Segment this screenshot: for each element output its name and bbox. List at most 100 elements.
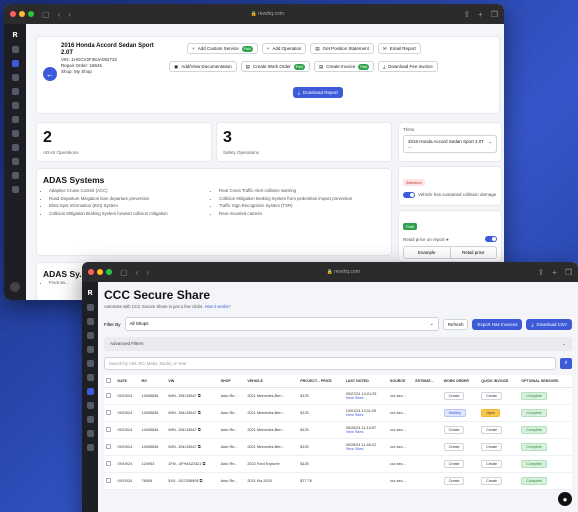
tabs-icon[interactable]: ❐ [565,268,572,277]
sidebar-toggle-icon[interactable]: ▢ [42,10,50,19]
download-csv-button[interactable]: ⤓ Download CSV [526,318,572,330]
export-invoices-button[interactable]: Export Has Invoices [472,318,523,330]
share-icon[interactable]: ⇪ [463,10,470,19]
user-icon[interactable] [11,158,19,165]
work-order-button[interactable]: Create [443,392,465,400]
folder-icon[interactable] [11,144,19,151]
search-icon[interactable] [11,74,19,81]
home-icon[interactable] [11,60,19,67]
address-bar[interactable]: 🔒 revvhq.com [149,269,538,275]
refresh-button[interactable]: Refresh [442,318,469,330]
row-checkbox[interactable] [106,410,111,415]
sidebar-toggle-icon[interactable]: ▢ [120,268,128,277]
work-order-button[interactable]: Waiting [443,409,466,417]
trims-select[interactable]: 2016 Honda Accord Sedan Sport 2.0T ... ⌄ [403,135,497,153]
column-header[interactable]: LAST NOTED [343,375,389,388]
tools-icon[interactable] [11,116,19,123]
row-checkbox[interactable] [106,393,111,398]
add-custom-service-button[interactable]: + Add Custom Service Paid [187,43,258,54]
chat-icon[interactable]: ● [558,492,572,506]
settings-icon[interactable] [11,130,19,137]
how-it-works-link[interactable]: How it works? [205,304,231,309]
quick-invoice-button[interactable]: Create [481,477,503,485]
close-window-icon[interactable] [10,11,16,17]
user-icon[interactable] [86,416,94,423]
table-row[interactable]: 09/23/24 14005636 WIN...DNJ15647 ⧉ Auto Re.… [104,421,572,439]
share-icon[interactable]: ⇪ [537,268,544,277]
row-checkbox[interactable] [106,461,111,466]
table-row[interactable]: 09/23/24 14005636 WIN...DNJ15647 ⧉ Auto Re.… [104,387,572,405]
maximize-window-icon[interactable] [28,11,34,17]
quick-invoice-button[interactable]: Create [481,443,503,451]
search-input[interactable]: Search by VIN, RO, Make, Model, or Year [104,357,556,370]
minimize-window-icon[interactable] [97,269,103,275]
work-order-button[interactable]: Create [443,426,465,434]
add-view-documentation-button[interactable]: ▣ Add/View Documentation [169,61,237,72]
add-operation-button[interactable]: + Add Operation [261,43,307,54]
column-header[interactable]: ESTIMAT... [413,375,442,388]
back-icon[interactable]: ‹ [136,268,139,277]
back-arrow-icon[interactable]: ← [43,67,57,81]
retail-price-toggle[interactable] [485,236,497,242]
retail-price-tab[interactable]: Retail price [449,247,497,258]
expand-icon[interactable] [86,304,94,311]
help-icon[interactable] [86,430,94,437]
create-invoice-button[interactable]: ▤ Create Invoice Paid [313,61,375,72]
row-checkbox[interactable] [106,444,111,449]
reports-icon[interactable] [86,346,94,353]
tabs-icon[interactable]: ❐ [491,10,498,19]
minimize-window-icon[interactable] [19,11,25,17]
email-report-button[interactable]: ✉ Email Report [377,43,421,54]
row-checkbox[interactable] [106,478,111,483]
copy-icon[interactable]: ⧉ [198,411,201,415]
table-row[interactable]: 09/23/24 14005636 WIN...DNJ15647 ⧉ Auto Re.… [104,404,572,422]
download-report-button[interactable]: ⤓ Download Report [293,87,343,98]
quick-invoice-button[interactable]: Open [481,409,501,417]
expand-icon[interactable] [11,46,19,53]
help-icon[interactable] [11,172,19,179]
address-bar[interactable]: 🔒 revvhq.com [71,11,464,17]
example-tab[interactable]: Example [404,247,450,258]
maximize-window-icon[interactable] [106,269,112,275]
get-position-statement-button[interactable]: ▤ Get Position Statement [310,43,374,54]
view-sites-link[interactable]: View Sites [346,413,386,417]
quick-invoice-button[interactable]: Create [481,460,503,468]
column-header[interactable]: OPTIONAL SENSORS [519,375,572,388]
close-window-icon[interactable] [88,269,94,275]
folder-icon[interactable] [86,402,94,409]
column-header[interactable]: RO [139,375,167,388]
create-work-order-button[interactable]: ▤ Create Work Order Paid [240,61,310,72]
copy-icon[interactable]: ⧉ [198,394,201,398]
download-fee-invoice-button[interactable]: ⤓ Download Fee Invoice [378,61,438,72]
gear-icon[interactable] [86,444,94,451]
view-sites-link[interactable]: View Sites [346,396,386,400]
advanced-filters-toggle[interactable]: Advanced Filters ⌄ [104,337,572,351]
table-row[interactable]: 09/23/24 14005636 WIN...DNJ15647 ⧉ Auto Re.… [104,438,572,456]
column-header[interactable]: VIN [166,375,219,388]
search-icon[interactable] [86,332,94,339]
quick-invoice-button[interactable]: Create [481,426,503,434]
new-tab-icon[interactable]: + [478,10,483,19]
copy-icon[interactable]: ⧉ [198,445,201,449]
calendar-icon[interactable] [11,102,19,109]
column-header[interactable]: QUICK INVOICE [479,375,520,388]
collision-toggle[interactable] [403,192,415,198]
column-header[interactable]: DATE [115,375,140,388]
copy-icon[interactable]: ⧉ [198,428,201,432]
table-row[interactable]: 09/19/24 124953 1FM...4FH4A22421 ⧉ Auto Re.… [104,455,572,473]
tools-icon[interactable] [86,374,94,381]
new-tab-icon[interactable]: + [552,268,557,277]
row-checkbox[interactable] [106,427,111,432]
back-icon[interactable]: ‹ [58,10,61,19]
column-header[interactable]: WORK ORDER [441,375,480,388]
user-avatar[interactable] [10,282,20,292]
quick-invoice-button[interactable]: Create [481,392,503,400]
select-all-checkbox[interactable] [106,378,111,383]
view-sites-link[interactable]: View Sites [346,447,386,451]
reports-icon[interactable] [11,88,19,95]
table-row[interactable]: 09/19/24 78405 5XX...5G7038904 ⧉ Auto Re...… [104,472,572,490]
calendar-icon[interactable] [86,360,94,367]
share-nav-icon[interactable] [86,388,94,395]
view-sites-link[interactable]: View Sites [346,430,386,434]
column-header[interactable]: PROJECT... PRICE [298,375,344,388]
